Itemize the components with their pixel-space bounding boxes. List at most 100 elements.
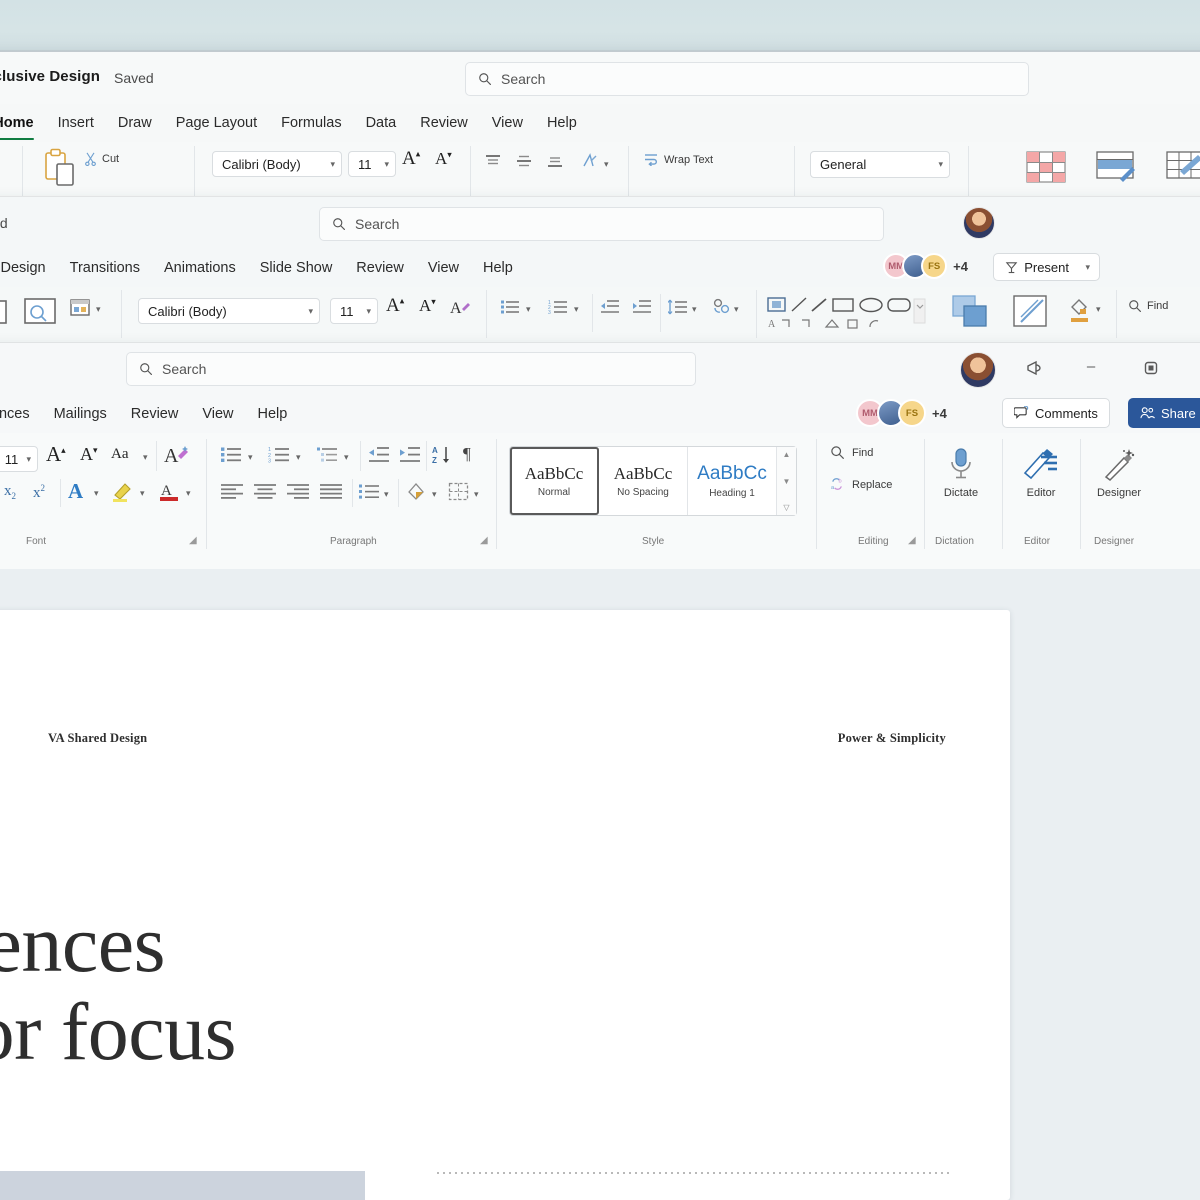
tab-word-help[interactable]: Help [246, 402, 300, 426]
comments-button[interactable]: Comments [1002, 398, 1110, 428]
minimize-button[interactable]: – [1083, 359, 1099, 375]
cell-styles-icon[interactable] [1166, 151, 1200, 183]
tab-help[interactable]: Help [535, 111, 589, 135]
restore-button[interactable] [1143, 360, 1159, 376]
bullets-icon[interactable] [500, 299, 520, 315]
tab-word-mailings[interactable]: Mailings [42, 402, 119, 426]
ppt-shrink-font-button[interactable]: A▾ [419, 296, 436, 316]
tab-ppt-view[interactable]: View [416, 256, 471, 280]
font-name-combo[interactable]: Calibri (Body) ▾ [212, 151, 342, 177]
wrap-text-button[interactable]: Wrap Text [644, 153, 713, 166]
cut-button[interactable]: Cut [84, 152, 119, 166]
increase-indent-icon[interactable] [632, 299, 652, 315]
scroll-down-icon[interactable]: ▼ [783, 477, 791, 486]
ppt-font-size-combo[interactable]: 11 ▾ [330, 298, 378, 324]
justify-icon[interactable] [319, 483, 343, 501]
word-grow-font-button[interactable]: A▴ [46, 442, 66, 467]
shapes-gallery[interactable]: A [766, 296, 926, 336]
chevron-down-icon[interactable]: ▾ [474, 489, 479, 500]
scroll-up-icon[interactable]: ▲ [783, 450, 791, 459]
collaborator-avatar-fs[interactable]: FS [898, 399, 926, 427]
style-gallery-more-icon[interactable]: ▽ [783, 503, 789, 512]
style-item-normal[interactable]: AaBbCc Normal [510, 447, 599, 515]
align-middle-icon[interactable] [515, 154, 533, 168]
slide-layout-icon[interactable] [21, 295, 61, 329]
word-bullets-icon[interactable] [220, 446, 242, 464]
account-avatar[interactable] [963, 207, 995, 239]
share-button[interactable]: Share [1128, 398, 1200, 428]
shrink-font-button[interactable]: A▾ [435, 149, 452, 169]
chevron-down-icon[interactable]: ▾ [1096, 304, 1101, 315]
tab-word-references[interactable]: erences [0, 402, 42, 426]
tab-draw[interactable]: Draw [106, 111, 164, 135]
tab-ppt-slide-show[interactable]: Slide Show [248, 256, 345, 280]
tab-ppt-review[interactable]: Review [344, 256, 416, 280]
chevron-down-icon[interactable]: ▾ [248, 452, 253, 463]
tab-word-review[interactable]: Review [119, 402, 191, 426]
editor-button[interactable]: Editor [1014, 447, 1068, 499]
word-numbering-icon[interactable]: 1 2 3 [268, 446, 290, 464]
chevron-down-icon[interactable]: ▾ [296, 452, 301, 463]
change-case-button[interactable]: Aa [111, 446, 129, 463]
font-color-icon[interactable]: A [158, 479, 182, 503]
grow-font-button[interactable]: A▴ [402, 148, 420, 170]
decrease-indent-icon[interactable] [600, 299, 620, 315]
chevron-down-icon[interactable]: ▾ [604, 159, 609, 170]
document-headline[interactable]: periences ilt for focus [0, 900, 860, 1075]
ppt-find-button[interactable]: Find [1128, 299, 1168, 313]
conditional-formatting-icon[interactable] [1026, 151, 1066, 183]
chevron-down-icon[interactable]: ▾ [140, 488, 145, 499]
present-button[interactable]: Present ▾ [993, 253, 1100, 281]
chevron-down-icon[interactable]: ▾ [526, 304, 531, 315]
word-search-box[interactable]: Search [126, 352, 696, 386]
collaborator-overflow-count[interactable]: +4 [932, 406, 947, 421]
chevron-down-icon[interactable]: ▾ [94, 488, 99, 499]
text-effects-icon[interactable]: A [68, 479, 83, 504]
style-item-no-spacing[interactable]: AaBbCc No Spacing [599, 447, 688, 515]
section-icon[interactable] [69, 298, 91, 318]
tab-ppt-transitions[interactable]: Transitions [58, 256, 152, 280]
align-center-icon[interactable] [253, 483, 277, 501]
excel-document-title[interactable]: Inclusive Design [0, 68, 100, 85]
subscript-button[interactable]: x2 [4, 483, 16, 501]
sort-icon[interactable]: A Z [432, 445, 454, 465]
line-spacing-icon[interactable] [668, 299, 688, 315]
chevron-down-icon[interactable]: ▾ [143, 452, 148, 463]
designer-button[interactable]: Designer [1088, 447, 1150, 499]
tab-review[interactable]: Review [408, 111, 480, 135]
tab-view[interactable]: View [480, 111, 535, 135]
clear-all-formatting-icon[interactable]: A [164, 443, 190, 467]
align-bottom-icon[interactable] [546, 154, 564, 168]
word-increase-indent-icon[interactable] [399, 446, 421, 464]
collaborator-overflow-count[interactable]: +4 [953, 259, 968, 274]
document-page[interactable]: VA Shared Design Power & Simplicity peri… [0, 610, 1010, 1200]
dictate-button[interactable]: Dictate [934, 447, 988, 499]
align-top-icon[interactable] [484, 154, 502, 168]
tab-ppt-animations[interactable]: Animations [152, 256, 248, 280]
chevron-down-icon[interactable]: ▾ [344, 452, 349, 463]
text-highlight-icon[interactable] [111, 481, 135, 503]
superscript-button[interactable]: x2 [33, 483, 45, 502]
paragraph-dialog-launcher[interactable]: ◢ [480, 535, 488, 546]
find-button[interactable]: Find [830, 445, 873, 460]
convert-smartart-icon[interactable] [711, 297, 731, 317]
chevron-down-icon[interactable]: ▾ [96, 304, 101, 315]
word-account-avatar[interactable] [960, 352, 996, 388]
style-gallery-scrollbar[interactable]: ▲ ▼ ▽ [776, 447, 796, 515]
arrange-icon[interactable] [951, 294, 993, 330]
borders-icon[interactable] [448, 482, 470, 502]
paste-icon[interactable] [42, 148, 76, 188]
replace-button[interactable]: a b Replace [830, 477, 892, 492]
tab-insert[interactable]: Insert [46, 111, 106, 135]
chevron-down-icon[interactable]: ▾ [384, 489, 389, 500]
tab-word-view[interactable]: View [190, 402, 245, 426]
show-formatting-marks-icon[interactable]: ¶ [463, 444, 471, 464]
word-shrink-font-button[interactable]: A▾ [80, 444, 98, 465]
clear-formatting-icon[interactable]: A [450, 297, 472, 317]
word-line-spacing-icon[interactable] [358, 483, 380, 501]
powerpoint-save-status[interactable]: Saved [0, 215, 8, 231]
document-canvas[interactable]: VA Shared Design Power & Simplicity peri… [0, 569, 1200, 1200]
number-format-combo[interactable]: General ▾ [810, 151, 950, 178]
excel-save-status[interactable]: Saved [114, 70, 154, 86]
chevron-down-icon[interactable]: ▾ [432, 489, 437, 500]
